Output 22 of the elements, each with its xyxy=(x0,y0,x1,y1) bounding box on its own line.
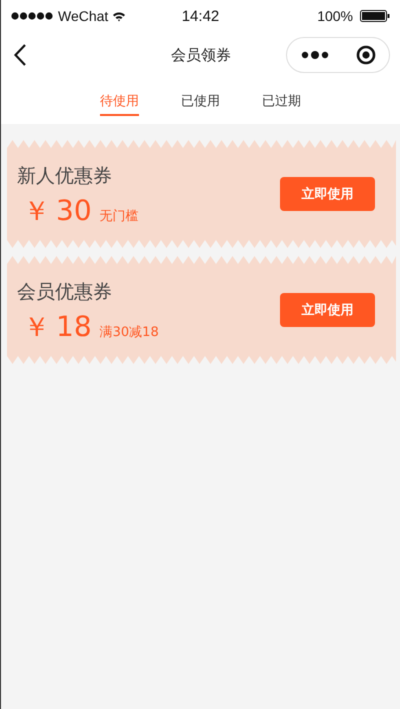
signal-icon xyxy=(11,12,55,20)
coupon-condition: 无门槛 xyxy=(100,208,139,225)
coupon-name: 新人优惠券 xyxy=(17,164,113,189)
battery-icon xyxy=(360,10,390,22)
wifi-icon xyxy=(112,10,126,22)
use-button[interactable]: 立即使用 xyxy=(280,177,375,211)
battery-percent: 100% xyxy=(317,8,353,24)
page-title: 会员领券 xyxy=(170,46,232,64)
tab[interactable]: 待使用 xyxy=(100,78,139,116)
coupon-amount: 18 xyxy=(56,310,92,343)
carrier-name: WeChat xyxy=(58,8,108,24)
currency-sign: ￥ xyxy=(23,195,50,229)
tab[interactable]: 已过期 xyxy=(262,78,301,116)
use-button[interactable]: 立即使用 xyxy=(280,293,375,327)
back-icon[interactable] xyxy=(14,44,26,66)
currency-sign: ￥ xyxy=(23,311,50,345)
coupon-name: 会员优惠券 xyxy=(17,280,113,305)
tab[interactable]: 已使用 xyxy=(181,78,220,116)
status-time: 14:42 xyxy=(180,8,220,24)
coupon-condition: 满30减18 xyxy=(100,324,159,341)
more-icon[interactable] xyxy=(300,50,328,60)
coupon-amount: 30 xyxy=(56,194,92,227)
